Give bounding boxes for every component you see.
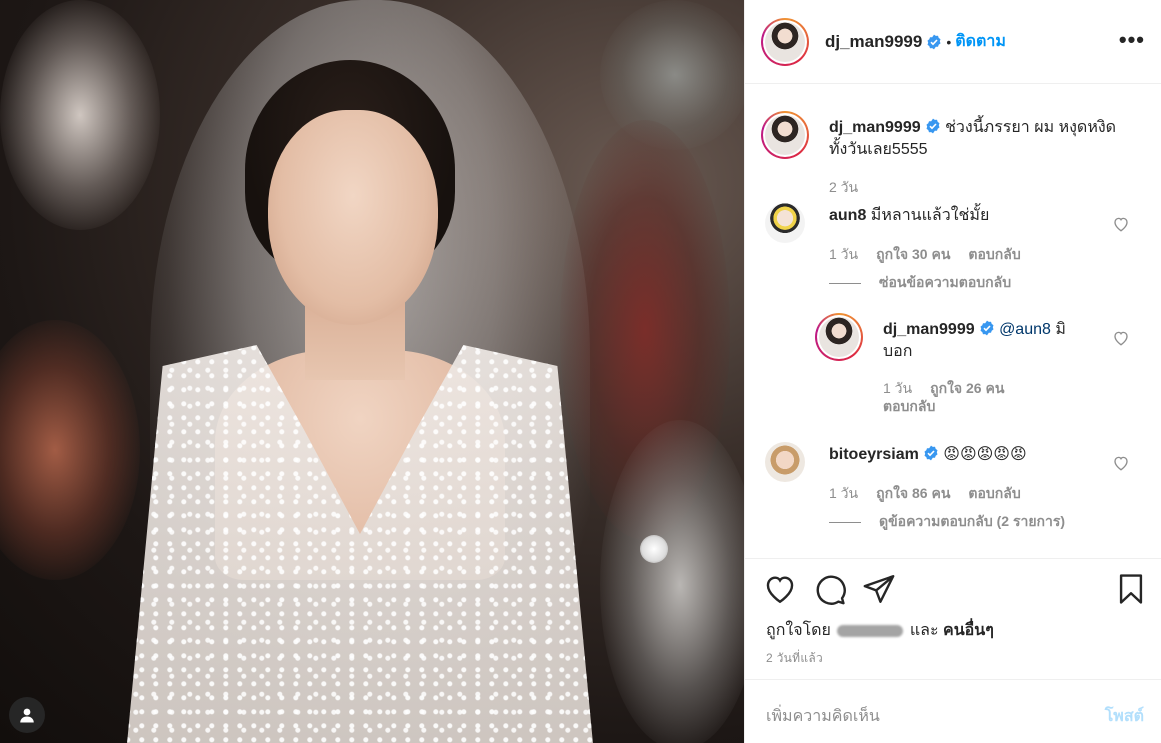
reply-like-icon[interactable] bbox=[1112, 329, 1130, 347]
comment-meta: 1 วัน ถูกใจ 30 คน ตอบกลับ bbox=[829, 244, 1039, 266]
reply-likes[interactable]: ถูกใจ 26 คน bbox=[930, 380, 1004, 396]
caption-meta: 2 วัน bbox=[829, 177, 876, 199]
verified-badge-icon bbox=[927, 34, 941, 49]
comment-like-icon[interactable] bbox=[1112, 454, 1130, 472]
verified-badge-icon bbox=[980, 320, 994, 336]
action-bar bbox=[763, 572, 1148, 612]
comment-text: มีหลานแล้วใช่มั้ย bbox=[870, 207, 990, 224]
comment-time: 1 วัน bbox=[829, 246, 859, 262]
caption-body: dj_man9999 ช่วงนี้ภรรยา ผม หงุดหงิด ทั้ง… bbox=[829, 117, 1129, 161]
author-username[interactable]: dj_man9999 bbox=[825, 32, 922, 52]
comment-body: aun8 มีหลานแล้วใช่มั้ย bbox=[829, 205, 989, 243]
reply-meta: 1 วัน ถูกใจ 26 คนตอบกลับ bbox=[883, 379, 1083, 415]
comment-like-icon[interactable] bbox=[1112, 215, 1130, 233]
verified-badge-icon bbox=[926, 118, 940, 134]
commenter-username[interactable]: bitoeyrsiam bbox=[829, 446, 919, 463]
commenter-username[interactable]: aun8 bbox=[829, 207, 866, 224]
user-icon bbox=[20, 708, 34, 723]
caption: dj_man9999 ช่วงนี้ภรรยา ผม หงุดหงิด ทั้ง… bbox=[761, 111, 1141, 161]
toggle-line bbox=[829, 521, 861, 523]
comment: bitoeyrsiam 😡😡😡😡😡 bbox=[765, 442, 1027, 482]
paper-plane-icon[interactable] bbox=[862, 572, 896, 606]
post-timestamp[interactable]: 2 วันที่แล้ว bbox=[766, 649, 823, 668]
comment-icon[interactable] bbox=[813, 572, 847, 606]
post-photo[interactable] bbox=[0, 0, 744, 743]
comment-time: 1 วัน bbox=[829, 485, 859, 501]
post-header: dj_man9999 • ติดตาม ••• bbox=[745, 0, 1161, 84]
comments-list[interactable]: dj_man9999 ช่วงนี้ภรรยา ผม หงุดหงิด ทั้ง… bbox=[745, 85, 1161, 559]
caption-username[interactable]: dj_man9999 bbox=[829, 119, 921, 136]
reply-avatar[interactable] bbox=[815, 313, 863, 361]
comment-meta: 1 วัน ถูกใจ 86 คน ตอบกลับ bbox=[829, 483, 1039, 505]
post-button[interactable]: โพสต์ bbox=[1105, 704, 1144, 729]
verified-badge-icon bbox=[924, 445, 938, 461]
bookmark-icon[interactable] bbox=[1114, 572, 1148, 606]
separator-dot: • bbox=[946, 33, 952, 50]
view-replies-toggle[interactable]: ดูข้อความตอบกลับ (2 รายการ) bbox=[829, 511, 1083, 533]
reply-time: 1 วัน bbox=[883, 380, 913, 396]
hide-replies-toggle[interactable]: ซ่อนข้อความตอบกลับ bbox=[829, 272, 1029, 294]
comment-likes[interactable]: ถูกใจ 30 คน bbox=[876, 246, 950, 262]
comment-body: bitoeyrsiam 😡😡😡😡😡 bbox=[829, 444, 1027, 482]
hide-replies-label: ซ่อนข้อความตอบกลับ bbox=[879, 274, 1012, 290]
reply-body: dj_man9999 @aun8 มิ บอก bbox=[883, 319, 1083, 363]
photo-bokeh-dot bbox=[640, 535, 668, 563]
add-comment-bar: เพิ่มความคิดเห็น โพสต์ bbox=[745, 679, 1161, 743]
reply-button[interactable]: ตอบกลับ bbox=[968, 485, 1020, 501]
more-icon: ••• bbox=[1118, 27, 1145, 52]
reply-comment: dj_man9999 @aun8 มิ บอก bbox=[815, 313, 1083, 363]
comment-input[interactable]: เพิ่มความคิดเห็น bbox=[766, 704, 880, 729]
caption-avatar[interactable] bbox=[761, 111, 809, 159]
reply-username[interactable]: dj_man9999 bbox=[883, 321, 975, 338]
others-link[interactable]: คนอื่นๆ bbox=[943, 622, 994, 639]
caption-time: 2 วัน bbox=[829, 179, 859, 195]
reply-button[interactable]: ตอบกลับ bbox=[968, 246, 1020, 262]
post-side-panel: dj_man9999 • ติดตาม ••• dj_man9999 ช่วงน… bbox=[744, 0, 1161, 743]
follow-button[interactable]: ติดตาม bbox=[955, 29, 1006, 54]
heart-icon[interactable] bbox=[763, 572, 797, 606]
photo-face bbox=[268, 110, 438, 325]
reply-reply-button[interactable]: ตอบกลับ bbox=[883, 398, 935, 414]
reply-mention[interactable]: @aun8 bbox=[999, 321, 1051, 338]
view-replies-label: ดูข้อความตอบกลับ (2 รายการ) bbox=[879, 513, 1066, 529]
photo-bokeh-warm bbox=[0, 320, 140, 580]
photo-bokeh-light bbox=[0, 0, 160, 230]
more-options-button[interactable]: ••• bbox=[1118, 27, 1145, 52]
toggle-line bbox=[829, 282, 861, 284]
likes-summary: ถูกใจโดย และ คนอื่นๆ bbox=[766, 618, 994, 643]
commenter-avatar[interactable] bbox=[765, 442, 805, 482]
tagged-users-button[interactable] bbox=[9, 697, 45, 733]
author-avatar[interactable] bbox=[761, 17, 809, 66]
comment-text: 😡😡😡😡😡 bbox=[943, 446, 1027, 463]
likes-prefix: ถูกใจโดย bbox=[766, 622, 831, 639]
likes-middle: และ bbox=[909, 622, 939, 639]
comment: aun8 มีหลานแล้วใช่มั้ย bbox=[765, 203, 989, 243]
commenter-avatar[interactable] bbox=[765, 203, 805, 243]
redacted-username bbox=[837, 624, 904, 637]
comment-likes[interactable]: ถูกใจ 86 คน bbox=[876, 485, 950, 501]
